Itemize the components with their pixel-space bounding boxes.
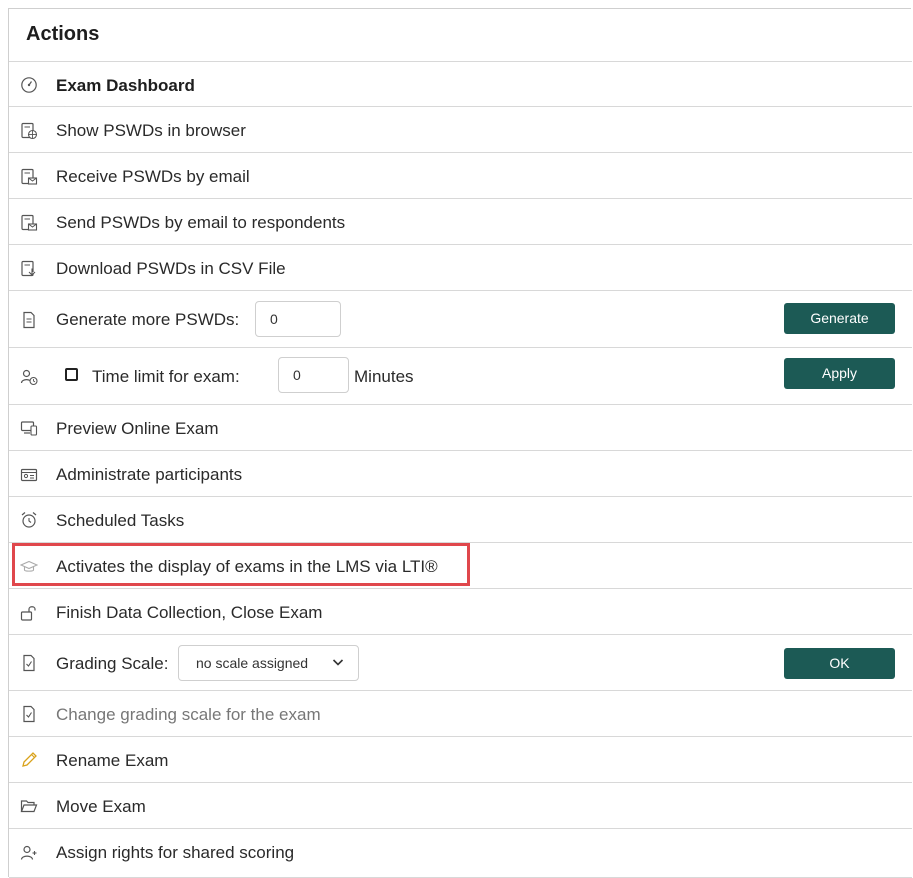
preview-device-icon bbox=[20, 419, 38, 437]
minutes-unit-label: Minutes bbox=[354, 367, 414, 386]
row-label: Rename Exam bbox=[56, 751, 169, 770]
generate-button[interactable]: Generate bbox=[784, 303, 895, 334]
apply-button[interactable]: Apply bbox=[784, 358, 895, 389]
row-label: Receive PSWDs by email bbox=[56, 167, 250, 186]
panel-title: Actions bbox=[26, 23, 100, 45]
row-label: Assign rights for shared scoring bbox=[56, 843, 295, 862]
row-show-pswds[interactable]: Show PSWDs in browser bbox=[9, 107, 912, 153]
row-time-limit: Time limit for exam: 0 Minutes Apply bbox=[9, 348, 912, 405]
document-check-icon bbox=[20, 654, 38, 672]
row-label: Grading Scale: bbox=[56, 654, 169, 673]
row-label: Download PSWDs in CSV File bbox=[56, 259, 286, 278]
row-label: Move Exam bbox=[56, 797, 146, 816]
row-administrate-participants[interactable]: Administrate participants bbox=[9, 451, 912, 497]
row-preview-exam[interactable]: Preview Online Exam bbox=[9, 405, 912, 451]
row-label: Scheduled Tasks bbox=[56, 511, 185, 530]
document-download-icon bbox=[20, 260, 38, 278]
chevron-down-icon bbox=[332, 646, 344, 692]
panel-header: Actions bbox=[9, 9, 912, 62]
row-change-grading-scale[interactable]: Change grading scale for the exam bbox=[9, 691, 912, 737]
row-label: Exam Dashboard bbox=[56, 76, 195, 95]
row-scheduled-tasks[interactable]: Scheduled Tasks bbox=[9, 497, 912, 543]
row-receive-pswds[interactable]: Receive PSWDs by email bbox=[9, 153, 912, 199]
actions-panel: Actions Exam Dashboard Show PSWDs in bro… bbox=[8, 8, 912, 878]
time-limit-checkbox[interactable] bbox=[65, 368, 78, 381]
id-card-icon bbox=[20, 466, 38, 484]
row-assign-rights[interactable]: Assign rights for shared scoring bbox=[9, 829, 912, 878]
pencil-icon bbox=[20, 751, 38, 769]
row-label: Administrate participants bbox=[56, 465, 243, 484]
unlock-icon bbox=[20, 604, 38, 622]
row-label: Finish Data Collection, Close Exam bbox=[56, 603, 323, 622]
time-limit-input[interactable]: 0 bbox=[278, 357, 349, 393]
row-label: Time limit for exam: bbox=[92, 367, 240, 386]
document-check-icon bbox=[20, 705, 38, 723]
gauge-icon bbox=[20, 76, 38, 94]
row-download-pswds[interactable]: Download PSWDs in CSV File bbox=[9, 245, 912, 291]
row-label: Show PSWDs in browser bbox=[56, 121, 246, 140]
user-clock-icon bbox=[20, 368, 38, 386]
row-move-exam[interactable]: Move Exam bbox=[9, 783, 912, 829]
document-icon bbox=[20, 311, 38, 329]
row-label: Preview Online Exam bbox=[56, 419, 219, 438]
document-globe-icon bbox=[20, 122, 38, 140]
row-grading-scale: Grading Scale: no scale assigned OK bbox=[9, 635, 912, 691]
highlight-box bbox=[12, 543, 470, 586]
document-mail-icon bbox=[20, 168, 38, 186]
user-add-icon bbox=[20, 844, 38, 862]
row-label: Generate more PSWDs: bbox=[56, 310, 240, 329]
document-send-icon bbox=[20, 214, 38, 232]
row-label: Change grading scale for the exam bbox=[56, 705, 321, 724]
alarm-clock-icon bbox=[20, 511, 38, 529]
row-send-pswds[interactable]: Send PSWDs by email to respondents bbox=[9, 199, 912, 245]
row-finish-data-collection[interactable]: Finish Data Collection, Close Exam bbox=[9, 589, 912, 635]
row-rename-exam[interactable]: Rename Exam bbox=[9, 737, 912, 783]
ok-button[interactable]: OK bbox=[784, 648, 895, 679]
generate-count-input[interactable]: 0 bbox=[255, 301, 341, 337]
folder-open-icon bbox=[20, 797, 38, 815]
row-exam-dashboard[interactable]: Exam Dashboard bbox=[9, 61, 912, 107]
row-label: Send PSWDs by email to respondents bbox=[56, 213, 346, 232]
grading-scale-selected: no scale assigned bbox=[196, 655, 309, 671]
grading-scale-select[interactable]: no scale assigned bbox=[178, 645, 359, 681]
row-generate-pswds: Generate more PSWDs: 0 Generate bbox=[9, 291, 912, 348]
